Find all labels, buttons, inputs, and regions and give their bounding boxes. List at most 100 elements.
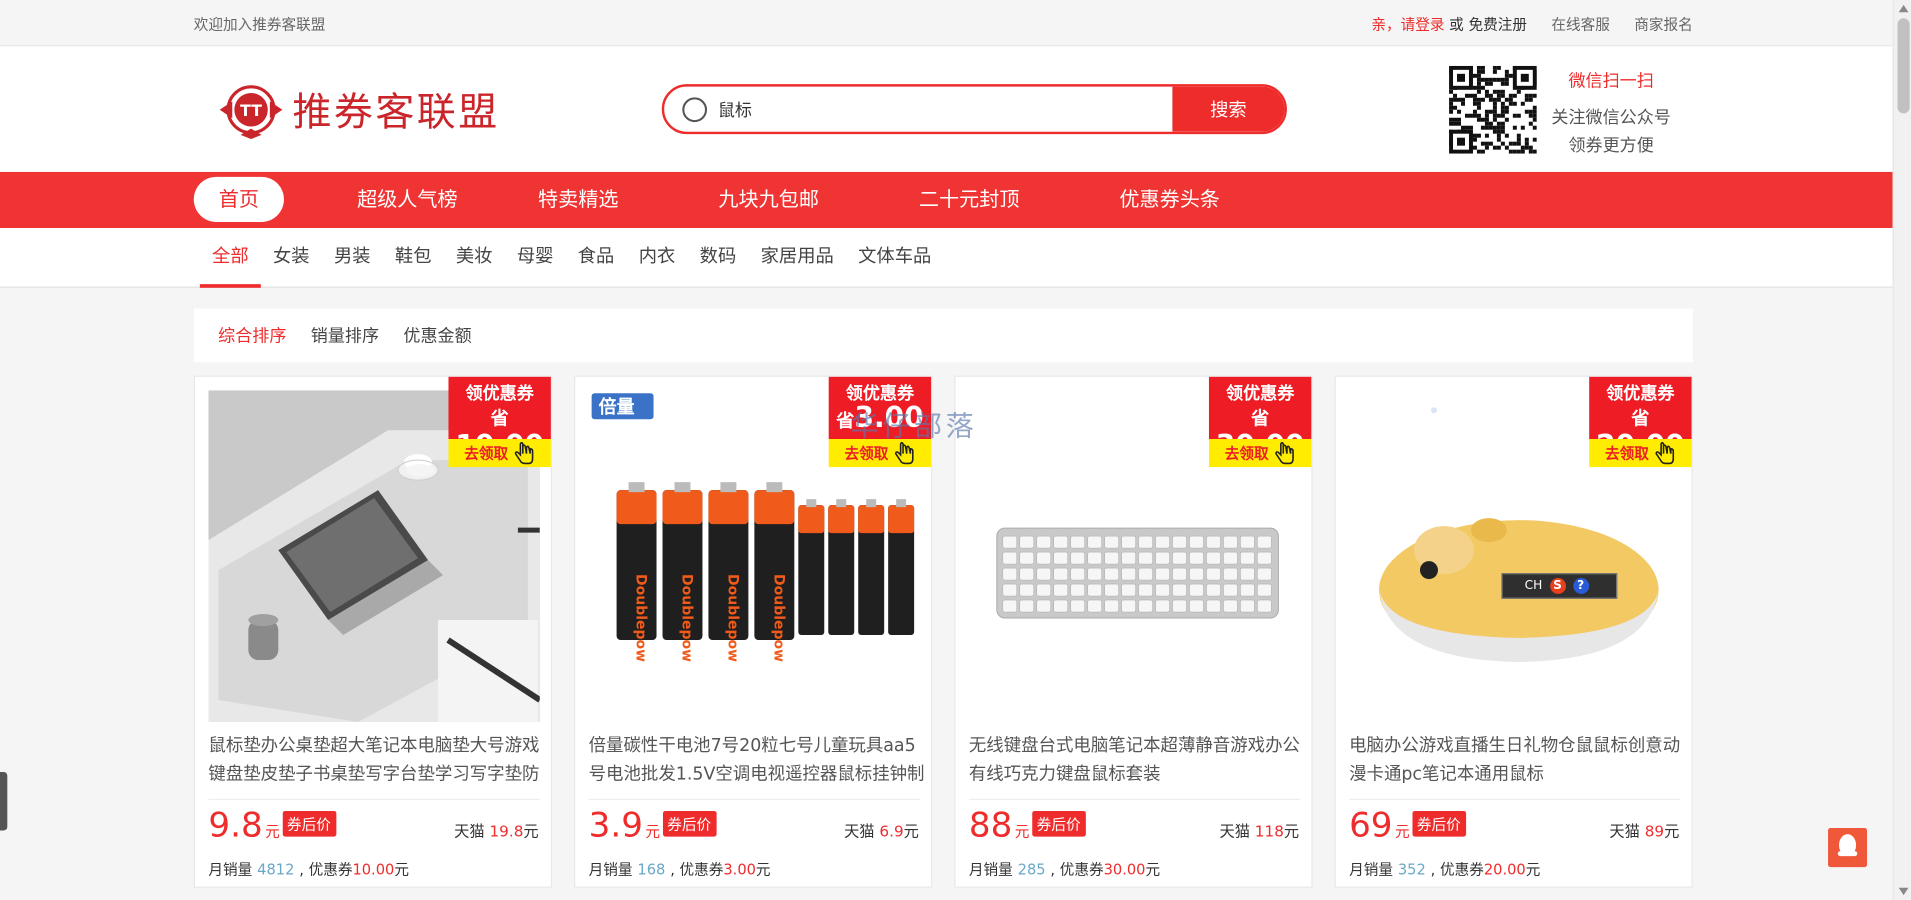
- nav-item-2[interactable]: 特卖精选: [538, 177, 618, 222]
- wechat-qr-code: [1449, 65, 1537, 154]
- svg-text:Doublepow: Doublepow: [724, 574, 740, 662]
- price-unit: 元: [1394, 823, 1410, 841]
- online-service-link[interactable]: 在线客服: [1551, 13, 1610, 34]
- original-price-value: 118: [1254, 821, 1284, 841]
- price-unit: 元: [645, 823, 660, 841]
- merchant-signup-link[interactable]: 商家报名: [1634, 13, 1693, 34]
- page-scrollbar[interactable]: [1892, 0, 1911, 900]
- product-card[interactable]: 领优惠券 省20.00 去领取 电脑办公游戏直播生日礼物仓鼠鼠标创意动漫卡通pc…: [1334, 375, 1693, 888]
- side-tab-handle[interactable]: [0, 771, 8, 831]
- product-grid: 领优惠券 省10.00 去领取 鼠标垫办公桌垫超大笔记本电脑垫大号游戏键盘垫皮垫…: [193, 375, 1693, 888]
- sort-option-2[interactable]: 优惠金额: [403, 323, 471, 347]
- after-coupon-badge: 券后价: [282, 810, 336, 837]
- final-price: 3.9: [588, 804, 643, 846]
- product-card[interactable]: 倍量 Doublepow Doublepow Doublepow Doublep…: [574, 375, 933, 888]
- coupon-unit: 元: [394, 860, 409, 879]
- nav-item-5[interactable]: 优惠券头条: [1119, 177, 1220, 222]
- coupon-get-label: 领优惠券: [1226, 384, 1295, 404]
- scroll-up-arrow-icon[interactable]: [1898, 4, 1909, 13]
- qq-bell-icon: [1837, 834, 1858, 857]
- category-item-2[interactable]: 男装: [322, 228, 383, 288]
- product-card[interactable]: 领优惠券 省10.00 去领取 鼠标垫办公桌垫超大笔记本电脑垫大号游戏键盘垫皮垫…: [193, 375, 553, 888]
- scroll-thumb[interactable]: [1897, 18, 1910, 114]
- coupon-go-label[interactable]: 去领取: [464, 443, 508, 464]
- coupon-unit: 元: [1145, 860, 1161, 879]
- platform-label: 天猫: [454, 821, 485, 841]
- sales-count: 168: [637, 860, 666, 879]
- site-logo[interactable]: TT 推券客联盟: [217, 80, 500, 140]
- search-button[interactable]: 搜索: [1172, 86, 1285, 132]
- sales-info: 月销量 168, 优惠券3.00元: [589, 859, 771, 880]
- card-divider: [208, 798, 540, 800]
- category-item-4[interactable]: 美妆: [444, 228, 505, 288]
- category-item-1[interactable]: 女装: [261, 228, 322, 288]
- svg-text:倍量: 倍量: [599, 396, 635, 418]
- nav-item-0[interactable]: 首页: [193, 176, 284, 222]
- register-link[interactable]: 免费注册: [1468, 15, 1527, 32]
- svg-text:Doublepow: Doublepow: [678, 574, 694, 662]
- coupon-badge[interactable]: 领优惠券 省30.00 去领取: [1208, 376, 1312, 468]
- wechat-benefit-text: 领券更方便: [1568, 136, 1654, 157]
- hand-pointer-icon: [1655, 441, 1675, 464]
- price-block: 3.9 元 券后价: [588, 804, 717, 846]
- nav-item-4[interactable]: 二十元封顶: [919, 177, 1020, 222]
- original-price: 天猫 89元: [1609, 818, 1679, 841]
- wechat-follow-text: 关注微信公众号: [1551, 108, 1671, 129]
- after-coupon-badge: 券后价: [1031, 810, 1086, 837]
- main-nav: 首页 超级人气榜 特卖精选 九块九包邮 二十元封顶 优惠券头条: [0, 171, 1893, 229]
- original-price: 天猫 6.9元: [844, 818, 919, 841]
- search-bar: 搜索: [661, 84, 1287, 135]
- logo-text: 推券客联盟: [292, 89, 500, 136]
- coupon-go-label[interactable]: 去领取: [845, 443, 889, 464]
- platform-label: 天猫: [1609, 821, 1640, 841]
- original-price-unit: 元: [1283, 821, 1300, 841]
- nav-item-1[interactable]: 超级人气榜: [357, 177, 458, 222]
- ime-logo-icon[interactable]: S: [1549, 578, 1566, 594]
- price-unit: 元: [265, 823, 280, 841]
- ime-toolbar[interactable]: CH S ?: [1501, 573, 1618, 599]
- platform-label: 天猫: [844, 821, 875, 841]
- card-divider: [968, 798, 1301, 800]
- coupon-get-label: 领优惠券: [465, 384, 534, 404]
- coupon-go-label[interactable]: 去领取: [1225, 443, 1269, 464]
- category-item-7[interactable]: 内衣: [627, 228, 688, 288]
- coupon-go-label[interactable]: 去领取: [1605, 443, 1649, 464]
- product-title[interactable]: 鼠标垫办公桌垫超大笔记本电脑垫大号游戏键盘垫皮垫子书桌垫写字台垫学习写字垫防: [208, 733, 544, 789]
- product-card[interactable]: 领优惠券 省30.00 去领取 无线键盘台式电脑笔记本超薄静音游戏办公有线巧克力…: [954, 375, 1313, 888]
- category-item-5[interactable]: 母婴: [505, 228, 566, 288]
- category-item-8[interactable]: 数码: [687, 228, 748, 288]
- coupon-badge[interactable]: 领优惠券 省20.00 去领取: [1589, 376, 1692, 468]
- sales-info: 月销量 285, 优惠券30.00元: [969, 859, 1160, 880]
- sort-option-0[interactable]: 综合排序: [218, 323, 286, 347]
- product-title[interactable]: 电脑办公游戏直播生日礼物仓鼠鼠标创意动漫卡通pc笔记本通用鼠标: [1349, 733, 1685, 789]
- ime-help-icon[interactable]: ?: [1572, 578, 1589, 594]
- sales-count: 285: [1017, 860, 1046, 879]
- sales-label: 月销量: [588, 860, 633, 879]
- or-text: 或: [1449, 15, 1464, 33]
- search-input[interactable]: [708, 99, 1173, 119]
- original-price-value: 6.9: [879, 821, 904, 841]
- sales-count: 4812: [257, 860, 295, 879]
- category-item-10[interactable]: 文体车品: [846, 228, 944, 288]
- original-price-unit: 元: [523, 821, 539, 841]
- category-item-3[interactable]: 鞋包: [383, 228, 444, 288]
- original-price-value: 19.8: [489, 821, 524, 841]
- original-price-unit: 元: [1664, 821, 1680, 841]
- coupon-get-label: 领优惠券: [1606, 384, 1675, 404]
- qq-chat-button[interactable]: [1828, 828, 1868, 868]
- scroll-down-arrow-icon[interactable]: [1898, 887, 1909, 896]
- login-link[interactable]: 亲，请登录: [1371, 15, 1444, 32]
- coupon-text: , 优惠券: [1050, 860, 1104, 879]
- price-block: 69 元 券后价: [1349, 805, 1466, 845]
- product-title[interactable]: 无线键盘台式电脑笔记本超薄静音游戏办公有线巧克力键盘鼠标套装: [969, 733, 1305, 789]
- category-item-0[interactable]: 全部: [199, 228, 261, 288]
- category-bar: 全部 女装 男装 鞋包 美妆 母婴 食品 内衣 数码 家居用品 文体车品: [0, 228, 1893, 288]
- nav-item-3[interactable]: 九块九包邮: [718, 177, 819, 222]
- ime-lang[interactable]: CH: [1525, 579, 1543, 592]
- category-item-9[interactable]: 家居用品: [748, 228, 846, 288]
- coupon-save-label: 省: [490, 407, 509, 430]
- product-title[interactable]: 倍量碳性干电池7号20粒七号儿童玩具aa5号电池批发1.5V空调电视遥控器鼠标挂…: [589, 733, 925, 789]
- sort-option-1[interactable]: 销量排序: [311, 323, 379, 347]
- category-item-6[interactable]: 食品: [566, 228, 627, 288]
- coupon-badge[interactable]: 领优惠券 省10.00 去领取: [448, 376, 551, 468]
